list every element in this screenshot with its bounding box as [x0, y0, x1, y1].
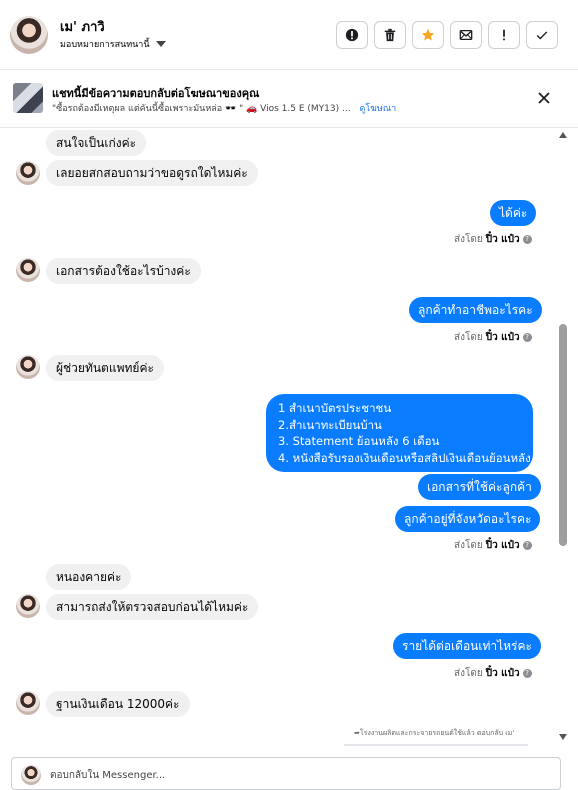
scroll-up-arrow-icon[interactable]	[559, 132, 567, 138]
header-actions	[336, 21, 558, 49]
scrollbar-thumb[interactable]	[559, 324, 567, 546]
ad-banner-title: แชทนี้มีข้อความตอบกลับต่อโฆษณาของคุณ	[52, 87, 260, 100]
sent-by-prefix: ส่งโดย	[454, 540, 483, 551]
sent-by-prefix: ส่งโดย	[454, 234, 483, 245]
info-icon[interactable]: ?	[522, 235, 532, 244]
exclamation-icon	[503, 29, 505, 41]
view-ad-link[interactable]: ดูโฆษณา	[359, 104, 396, 114]
star-icon	[421, 28, 435, 41]
chat-scrollbar[interactable]	[557, 128, 569, 748]
incoming-message[interactable]: ผู้ช่วยทันตแพทย์ค่ะ	[46, 355, 164, 381]
star-button[interactable]	[412, 21, 444, 49]
info-icon[interactable]: ?	[522, 333, 532, 342]
reply-context-note: ➦โรงงานผลิตและกระจายรถยนต์ใช้แล้ว ตอบกลั…	[354, 728, 514, 739]
close-ad-banner-button[interactable]	[534, 88, 554, 108]
assign-label: มอบหมายการสนทนานี้	[60, 40, 150, 50]
check-icon	[536, 31, 548, 40]
message-line: 3. Statement ย้อนหลัง 6 เดือน	[278, 434, 440, 448]
important-button[interactable]	[488, 21, 520, 49]
sent-by-label: ส่งโดย ปิ๋ว แป๋ว ?	[454, 232, 532, 247]
divider	[344, 744, 528, 746]
contact-avatar-small	[16, 691, 40, 715]
sent-by-prefix: ส่งโดย	[454, 332, 483, 343]
contact-avatar-small	[16, 594, 40, 618]
outgoing-message[interactable]: ลูกค้าทำอาชีพอะไรคะ	[409, 297, 542, 323]
contact-name[interactable]: เม' ภาวิ	[60, 16, 105, 37]
info-icon[interactable]: ?	[522, 669, 532, 678]
contact-avatar-small	[16, 161, 40, 185]
conversation-header: เม' ภาวิ มอบหมายการสนทนานี้	[0, 0, 578, 70]
delete-button[interactable]	[374, 21, 406, 49]
caret-down-icon	[155, 41, 166, 47]
outgoing-message[interactable]: เอกสารที่ใช้ค่ะลูกค้า	[418, 474, 541, 500]
message-line: 4. หนังสือรับรองเงินเดือนหรือสลิปเงินเดื…	[278, 450, 531, 465]
ad-thumbnail[interactable]	[13, 83, 43, 113]
reply-placeholder[interactable]: ตอบกลับใน Messenger...	[50, 768, 165, 783]
sent-by-label: ส่งโดย ปิ๋ว แป๋ว ?	[454, 330, 532, 345]
reply-context-text: โรงงานผลิตและกระจายรถยนต์ใช้แล้ว ตอบกลับ…	[359, 729, 515, 737]
mark-unread-button[interactable]	[450, 21, 482, 49]
reply-input-box[interactable]: ตอบกลับใน Messenger...	[11, 757, 561, 790]
ad-reply-banner: แชทนี้มีข้อความตอบกลับต่อโฆษณาของคุณ "ซื…	[0, 70, 578, 128]
incoming-message[interactable]: สนใจเป็นเก่งค่ะ	[46, 130, 147, 156]
ad-caption: "ซื้อรถต้องมีเหตุผล แต่คันนี้ซื้อเพราะมั…	[52, 104, 351, 114]
incoming-message[interactable]: หนองคายค่ะ	[46, 564, 132, 590]
sent-by-name: ปิ๋ว แป๋ว	[485, 332, 520, 343]
incoming-message[interactable]: สามารถส่งให้ตรวจสอบก่อนได้ไหมค่ะ	[46, 594, 259, 620]
sent-by-name: ปิ๋ว แป๋ว	[485, 540, 520, 551]
sent-by-prefix: ส่งโดย	[454, 668, 483, 679]
sent-by-name: ปิ๋ว แป๋ว	[485, 234, 520, 245]
assign-conversation-dropdown[interactable]: มอบหมายการสนทนานี้	[60, 37, 166, 51]
contact-avatar-small	[16, 355, 40, 379]
trash-icon	[384, 28, 396, 42]
message-thread[interactable]: สนใจเป็นเก่งค่ะ เลยอยสกสอบถามว่าขอดูรถใด…	[0, 128, 578, 748]
sent-by-label: ส่งโดย ปิ๋ว แป๋ว ?	[454, 538, 532, 553]
message-line: 1 สำเนาบัตรประชาชน	[278, 401, 392, 415]
alert-circle-icon	[345, 28, 359, 42]
page-avatar	[21, 765, 41, 785]
contact-avatar-small	[16, 258, 40, 282]
outgoing-message[interactable]: ลูกค้าอยู่ที่จังหวัดอะไรคะ	[395, 506, 541, 532]
scroll-down-arrow-icon[interactable]	[559, 734, 567, 740]
message-line: 2.สำเนาทะเบียนบ้าน	[278, 417, 382, 432]
sent-by-label: ส่งโดย ปิ๋ว แป๋ว ?	[454, 666, 532, 681]
incoming-message[interactable]: ฐานเงินเดือน 12000ค่ะ	[46, 691, 190, 717]
incoming-message[interactable]: เลยอยสกสอบถามว่าขอดูรถใดไหมค่ะ	[46, 160, 258, 186]
contact-avatar[interactable]	[10, 16, 48, 54]
sent-by-name: ปิ๋ว แป๋ว	[485, 668, 520, 679]
close-icon	[538, 92, 550, 104]
outgoing-message-multiline[interactable]: 1 สำเนาบัตรประชาชน 2.สำเนาทะเบียนบ้าน 3.…	[266, 394, 533, 472]
ad-banner-subtitle: "ซื้อรถต้องมีเหตุผล แต่คันนี้ซื้อเพราะมั…	[52, 101, 396, 115]
outgoing-message[interactable]: ได้ค่ะ	[490, 200, 537, 226]
outgoing-message[interactable]: รายได้ต่อเดือนเท่าไหร่คะ	[393, 633, 541, 659]
info-icon[interactable]: ?	[522, 541, 532, 550]
mark-spam-button[interactable]	[336, 21, 368, 49]
mark-done-button[interactable]	[526, 21, 558, 49]
incoming-message[interactable]: เอกสารต้องใช้อะไรบ้างค่ะ	[46, 258, 201, 284]
mail-icon	[459, 29, 473, 41]
